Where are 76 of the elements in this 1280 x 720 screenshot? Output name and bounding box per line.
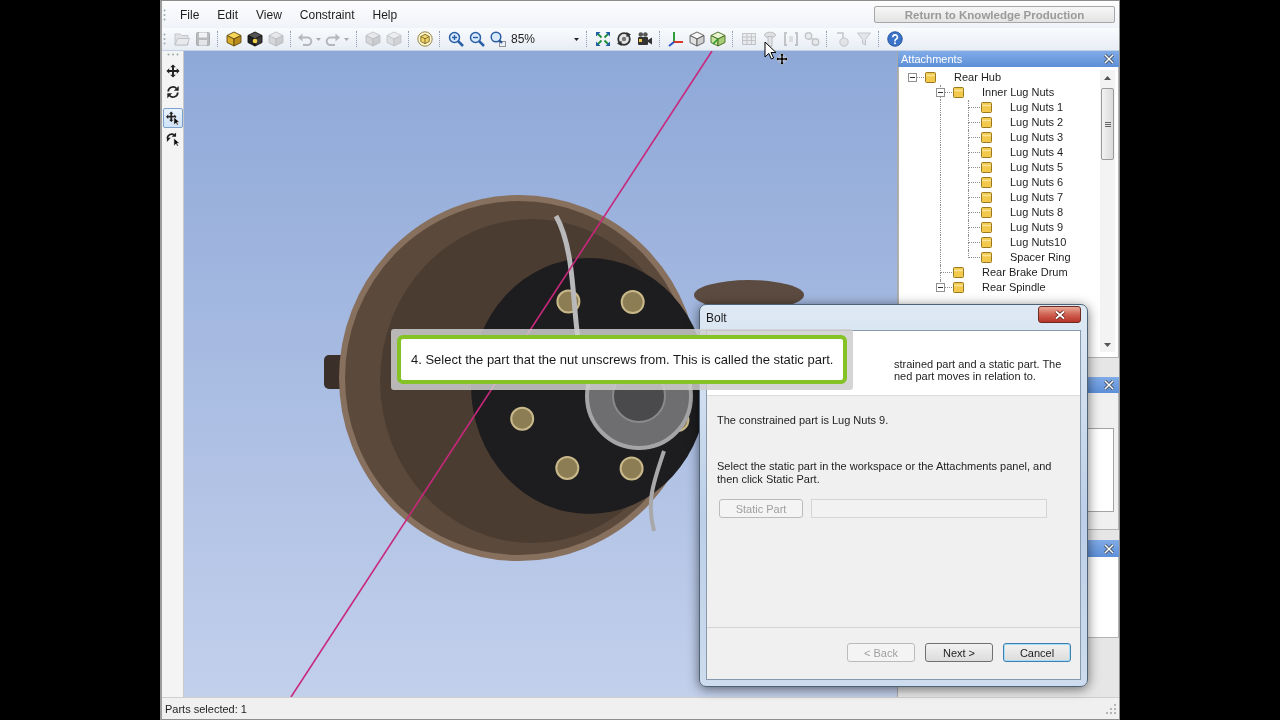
box-icon [981,147,992,158]
menu-item[interactable]: Help [363,6,407,23]
tree-item[interactable]: Lug Nuts10 [1010,235,1067,250]
status-text: Parts selected: 1 [165,702,247,715]
panel-title: Attachments [901,53,963,65]
box-icon [981,237,992,248]
move-cursor-icon [764,41,788,65]
caret-down-icon[interactable] [574,37,579,41]
cube-in-circle-icon[interactable] [416,31,433,47]
close-icon[interactable] [1103,379,1115,391]
box-icon [981,132,992,143]
cancel-button[interactable]: Cancel [1003,643,1071,662]
box-icon [981,162,992,173]
box-icon [953,282,964,293]
tree-item[interactable]: Rear Brake Drum [982,265,1068,280]
menu-item[interactable]: Constraint [290,6,364,23]
box-icon [925,72,936,83]
dialog-title: Bolt [706,311,727,325]
close-icon[interactable] [1103,53,1115,65]
tree-item[interactable]: Lug Nuts 9 [1010,220,1064,235]
tree-item[interactable]: Lug Nuts 2 [1010,115,1064,130]
help-icon[interactable] [886,31,903,47]
move-pointer-icon[interactable] [162,108,183,128]
tree-item[interactable]: Rear Spindle [982,280,1046,295]
box-icon [981,177,992,188]
menu-item[interactable]: Edit [208,6,248,23]
tree-item[interactable]: Inner Lug Nuts [982,85,1055,100]
tree-item[interactable]: Spacer Ring [1010,250,1071,265]
expand-arrows-icon[interactable] [594,31,611,47]
scrollbar-thumb[interactable] [1101,88,1114,160]
tree-item[interactable]: Lug Nuts 1 [1010,100,1064,115]
close-icon[interactable] [1103,542,1115,555]
tree-item[interactable]: Lug Nuts 7 [1010,190,1064,205]
zoom-out-icon[interactable] [468,31,485,47]
next-button[interactable]: Next > [925,643,993,662]
cube-icon[interactable] [225,31,242,47]
close-button[interactable] [1038,306,1081,323]
minus-box-icon[interactable] [935,88,945,97]
scroll-down-arrow-icon[interactable] [1104,343,1111,347]
box-icon [981,252,992,263]
box-icon [981,117,992,128]
tree-item[interactable]: Rear Hub [954,70,1002,85]
zoom-in-icon[interactable] [447,31,464,47]
tree-item[interactable]: Lug Nuts 8 [1010,205,1064,220]
grip-icon [163,8,166,21]
box-icon [981,207,992,218]
tree-item[interactable]: Lug Nuts 4 [1010,145,1064,160]
resize-grip-icon[interactable] [1106,703,1116,714]
tree-item[interactable]: Lug Nuts 5 [1010,160,1064,175]
instruction-text: Select the static part in the workspace or the Attachments panel, and then click Static Part. [717,460,1053,486]
zoom-combo[interactable]: 85% [508,30,582,48]
minus-box-icon[interactable] [935,283,945,292]
grip-icon [163,33,166,45]
instruction-callout: 4. Select the part that the nut unscrews from. This is called the static part. [397,335,848,384]
box-icon [953,87,964,98]
close-icon [1053,309,1066,320]
constrained-part-text: The constrained part is Lug Nuts 9. [717,414,889,427]
video-camera-icon[interactable] [636,31,653,47]
rotate-icon[interactable] [615,31,632,47]
box-icon [981,192,992,203]
scroll-up-arrow-icon[interactable] [1104,76,1111,80]
minus-box-icon[interactable] [907,73,917,82]
box-icon [953,267,964,278]
tree-item[interactable]: Lug Nuts 6 [1010,175,1064,190]
tree-item[interactable]: Lug Nuts 3 [1010,130,1064,145]
cube-icon[interactable] [246,31,263,47]
box-icon [981,222,992,233]
axes-icon[interactable] [667,31,684,47]
scrollbar[interactable] [1100,70,1115,352]
zoom-window-icon[interactable] [489,31,506,47]
box-icon [981,102,992,113]
grip-icon [166,53,179,56]
menu-item[interactable]: View [247,6,291,23]
menu-item[interactable]: File [171,6,209,23]
description-text: ned part moves in relation to. [894,370,1036,382]
description-text: strained part and a static part. The [894,358,1062,370]
